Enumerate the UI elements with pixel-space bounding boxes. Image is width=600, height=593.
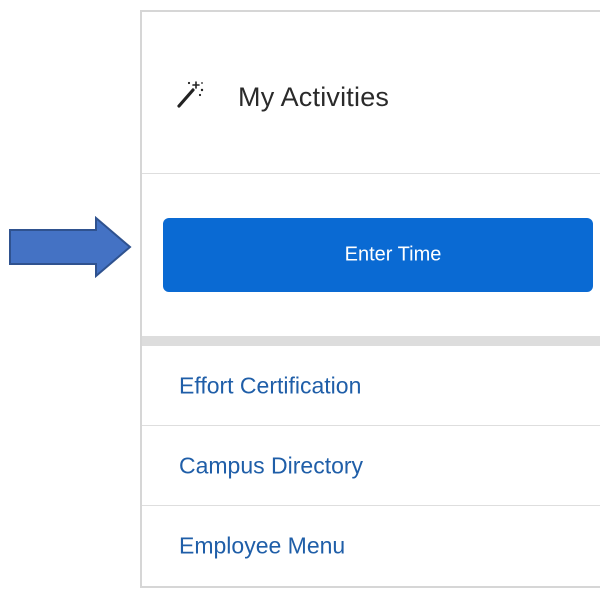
list-item: Campus Directory	[142, 426, 600, 506]
card-title: My Activities	[238, 82, 390, 112]
employee-menu-link[interactable]: Employee Menu	[179, 533, 345, 560]
my-activities-card: My Activities Enter Time Effort Certific…	[140, 10, 600, 588]
card-header: My Activities	[142, 12, 600, 174]
enter-time-button[interactable]: Enter Time	[163, 218, 593, 292]
list-item: Effort Certification	[142, 346, 600, 426]
primary-action-area: Enter Time	[142, 174, 600, 342]
screenshot-stage: My Activities Enter Time Effort Certific…	[0, 0, 600, 593]
right-arrow-icon	[9, 216, 132, 278]
list-item: Employee Menu	[142, 506, 600, 586]
activity-links: Effort Certification Campus Directory Em…	[142, 346, 600, 586]
effort-certification-link[interactable]: Effort Certification	[179, 372, 361, 399]
section-separator	[142, 336, 600, 346]
stage-clip: My Activities Enter Time Effort Certific…	[0, 0, 600, 593]
enter-time-button-label: Enter Time	[344, 243, 442, 266]
campus-directory-link[interactable]: Campus Directory	[179, 452, 363, 479]
magic-wand-icon	[177, 81, 204, 108]
